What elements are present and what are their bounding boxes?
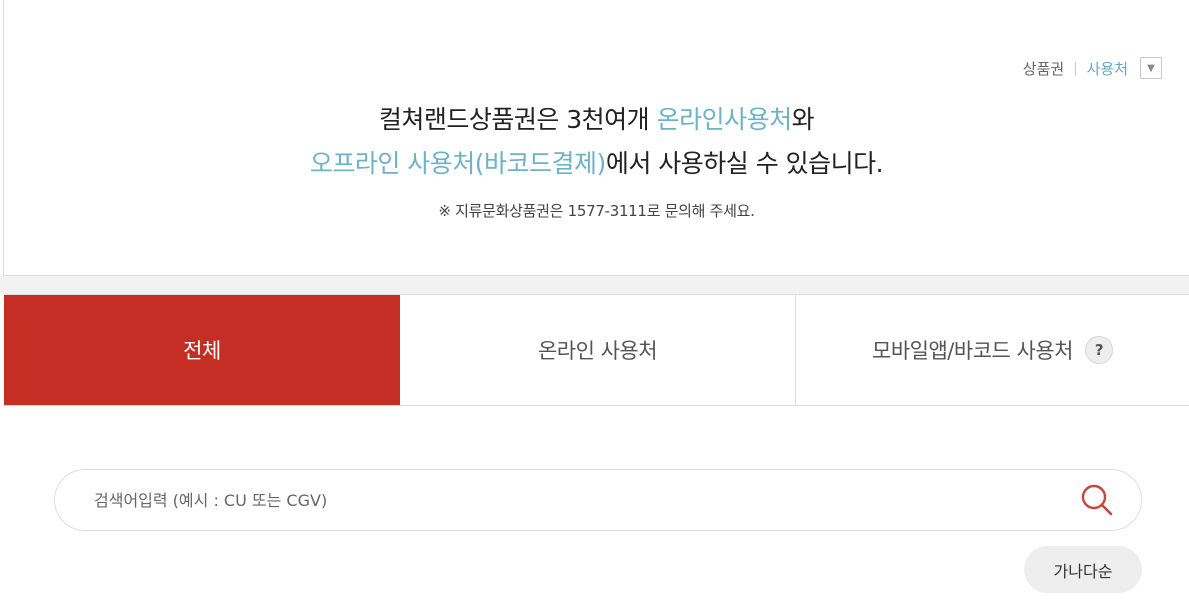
page: 상품권 | 사용처 ▼ 컬쳐랜드상품권은 3천여개 온라인사용처와 오프라인 사… xyxy=(0,0,1189,602)
info-box: 상품권 | 사용처 ▼ 컬쳐랜드상품권은 3천여개 온라인사용처와 오프라인 사… xyxy=(3,0,1189,276)
section-divider xyxy=(0,276,1189,294)
tab-online[interactable]: 온라인 사용처 xyxy=(400,295,796,405)
headline-highlight-offline: 오프라인 사용처(바코드결제) xyxy=(309,149,606,178)
search-icon xyxy=(1081,484,1113,516)
headline-text: 에서 사용하실 수 있습니다. xyxy=(605,149,884,178)
headline-highlight-online: 온라인사용처 xyxy=(656,105,793,134)
headline-line-1: 컬쳐랜드상품권은 3천여개 온라인사용처와 xyxy=(4,98,1189,142)
chevron-down-icon[interactable]: ▼ xyxy=(1140,57,1162,79)
headline-line-2: 오프라인 사용처(바코드결제)에서 사용하실 수 있습니다. xyxy=(4,142,1189,186)
tab-label: 모바일앱/바코드 사용처 xyxy=(872,339,1073,363)
headline-text: 컬쳐랜드상품권은 3천여개 xyxy=(378,105,657,134)
breadcrumb-item-usage-places[interactable]: 사용처 xyxy=(1087,58,1128,79)
tab-bar: 전체 온라인 사용처 모바일앱/바코드 사용처 ? xyxy=(4,294,1189,406)
search-box xyxy=(54,469,1142,531)
search-input[interactable] xyxy=(94,490,1079,510)
tab-label: 온라인 사용처 xyxy=(537,339,658,363)
tab-label: 전체 xyxy=(183,339,221,363)
headline: 컬쳐랜드상품권은 3천여개 온라인사용처와 오프라인 사용처(바코드결제)에서 … xyxy=(4,98,1189,186)
sort-button[interactable]: 가나다순 xyxy=(1024,546,1142,593)
breadcrumb-item-gift-card[interactable]: 상품권 xyxy=(1023,58,1064,79)
tab-all[interactable]: 전체 xyxy=(4,295,400,405)
notice-text: ※ 지류문화상품권은 1577-3111로 문의해 주세요. xyxy=(438,202,755,220)
headline-text: 와 xyxy=(791,105,815,134)
help-icon[interactable]: ? xyxy=(1084,336,1113,364)
breadcrumb: 상품권 | 사용처 ▼ xyxy=(1023,57,1162,79)
search-button[interactable] xyxy=(1079,482,1115,518)
breadcrumb-separator: | xyxy=(1073,60,1078,76)
tab-mobile-barcode[interactable]: 모바일앱/바코드 사용처 ? xyxy=(796,295,1189,405)
